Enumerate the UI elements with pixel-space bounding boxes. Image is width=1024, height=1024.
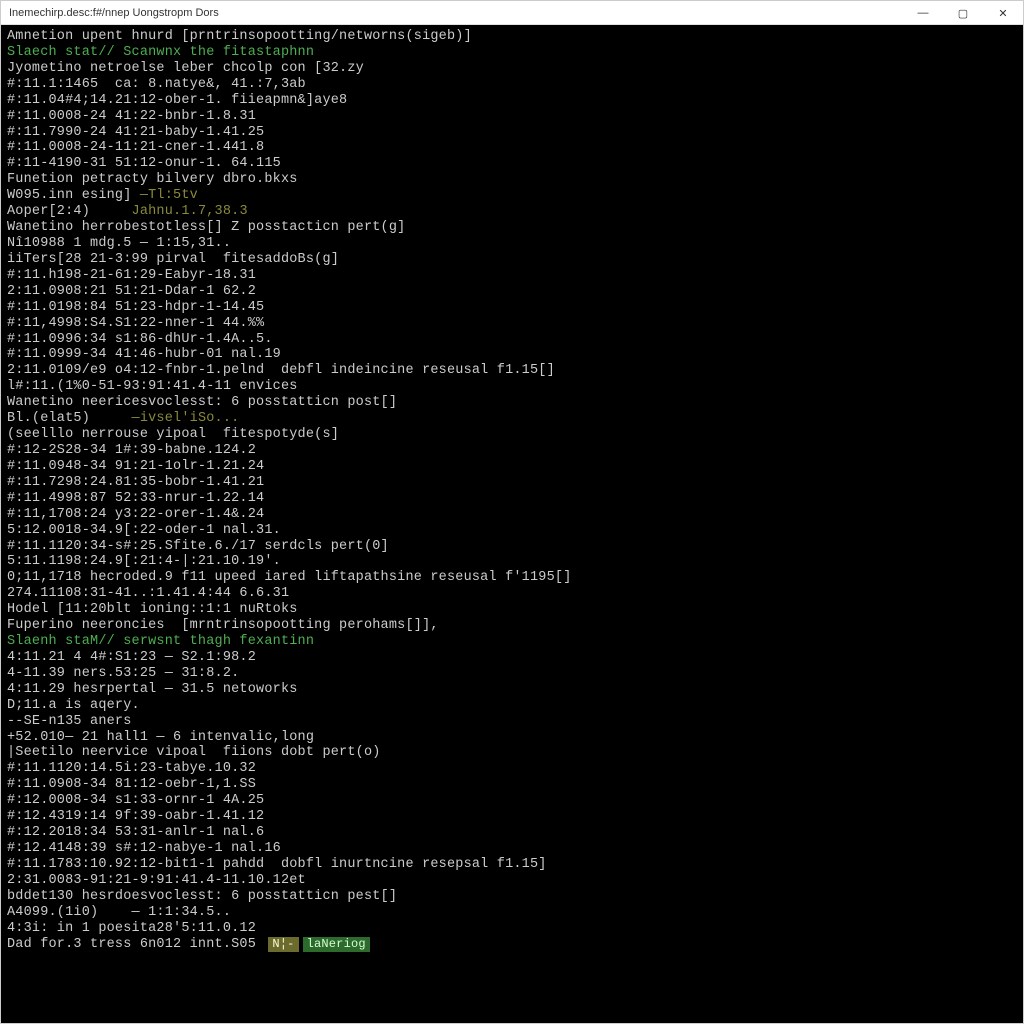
terminal-line: +52.010— 21 hall1 — 6 intenvalic,long bbox=[7, 730, 1017, 746]
maximize-button[interactable]: ▢ bbox=[943, 1, 983, 25]
terminal-line: 274.11108:31-41..:1.41.4:44 6.6.31 bbox=[7, 586, 1017, 602]
terminal-line: 4:11.21 4 4#:S1:23 — S2.1:98.2 bbox=[7, 650, 1017, 666]
terminal-line: A4099.(1i0) — 1:1:34.5.. bbox=[7, 905, 1017, 921]
terminal-line: l#:11.(1%0-51-93:91:41.4-11 envices bbox=[7, 379, 1017, 395]
terminal-line: #:11.7990-24 41:21-baby-1.41.25 bbox=[7, 125, 1017, 141]
terminal-line: #:11.0996:34 s1:86-dhUr-1.4A..5. bbox=[7, 332, 1017, 348]
window-title: Inemechirp.desc:f#/nnep Uongstropm Dors bbox=[9, 7, 219, 19]
terminal-line: #:11.h198-21-61:29-Eabyr-18.31 bbox=[7, 268, 1017, 284]
titlebar[interactable]: Inemechirp.desc:f#/nnep Uongstropm Dors … bbox=[1, 1, 1023, 25]
status-line: Dad for.3 tress 6n012 innt.S05 N¦- laNeri… bbox=[7, 937, 1017, 953]
status-prefix: Dad for.3 tress 6n012 innt.S05 bbox=[7, 937, 264, 953]
terminal-line: Wanetino herrobestotless[] Z posstacticn… bbox=[7, 220, 1017, 236]
terminal-line: #:12.4319:14 9f:39-oabr-1.41.12 bbox=[7, 809, 1017, 825]
status-chip: N¦- bbox=[268, 937, 298, 951]
terminal-line: #:11.1783:10.92:12-bit1-1 pahdd dobfl in… bbox=[7, 857, 1017, 873]
terminal-line: Slaenh staM// serwsnt thagh fexantinn bbox=[7, 634, 1017, 650]
terminal-line: #:11.0908-34 81:12-oebr-1,1.SS bbox=[7, 777, 1017, 793]
terminal-line: #:12.4148:39 s#:12-nabye-1 nal.16 bbox=[7, 841, 1017, 857]
terminal-line: |Seetilo neervice vipoal fiions dobt per… bbox=[7, 745, 1017, 761]
terminal-line: 5:12.0018-34.9[:22-oder-1 nal.31. bbox=[7, 523, 1017, 539]
terminal-line: #:11.4998:87 52:33-nrur-1.22.14 bbox=[7, 491, 1017, 507]
terminal-line: Funetion petracty bilvery dbro.bkxs bbox=[7, 172, 1017, 188]
terminal-line: #:11.0008-24-11:21-cner-1.441.8 bbox=[7, 140, 1017, 156]
terminal-line: (seelllo nerrouse yipoal fitespotyde(s] bbox=[7, 427, 1017, 443]
terminal-line: #:11.0948-34 91:21-1olr-1.21.24 bbox=[7, 459, 1017, 475]
terminal-line: #:11,1708:24 y3:22-orer-1.4&.24 bbox=[7, 507, 1017, 523]
terminal-output[interactable]: Amnetion upent hnurd [prntrinsopootting/… bbox=[1, 25, 1023, 1023]
terminal-line: #:11.0999-34 41:46-hubr-01 nal.19 bbox=[7, 347, 1017, 363]
status-chip: laNeriog bbox=[303, 937, 370, 951]
terminal-line: 2:31.0083-91:21-9:91:41.4-11.10.12et bbox=[7, 873, 1017, 889]
terminal-line: Slaech stat// Scanwnx the fitastaphnn bbox=[7, 45, 1017, 61]
terminal-line: #:11.7298:24.81:35-bobr-1.41.21 bbox=[7, 475, 1017, 491]
terminal-line: 2:11.0908:21 51:21-Ddar-1 62.2 bbox=[7, 284, 1017, 300]
terminal-line: Aoper[2:4) Jahnu.1.7,38.3 bbox=[7, 204, 1017, 220]
terminal-line: 4:11.29 hesrpertal — 31.5 netoworks bbox=[7, 682, 1017, 698]
minimize-button[interactable]: — bbox=[903, 1, 943, 25]
terminal-line: #:11.0198:84 51:23-hdpr-1-14.45 bbox=[7, 300, 1017, 316]
terminal-line: #:11,4998:S4.S1:22-nner-1 44.%% bbox=[7, 316, 1017, 332]
terminal-line: --SE-n135 aners bbox=[7, 714, 1017, 730]
terminal-line: #:12-2S28-34 1#:39-babne.124.2 bbox=[7, 443, 1017, 459]
terminal-line: Bl.(elat5) —ivsel'iSo... bbox=[7, 411, 1017, 427]
close-button[interactable]: ✕ bbox=[983, 1, 1023, 25]
terminal-line: iiTers[28 21-3:99 pirval fitesaddoBs(g] bbox=[7, 252, 1017, 268]
terminal-line: Nî10988 1 mdg.5 — 1:15,31.. bbox=[7, 236, 1017, 252]
terminal-line: bddet130 hesrdoesvoclesst: 6 posstatticn… bbox=[7, 889, 1017, 905]
terminal-line: #:11.1:1465 ca: 8.natye&, 41.:7,3ab bbox=[7, 77, 1017, 93]
terminal-line: #:11.04#4;14.21:12-ober-1. fiieapmn&]aye… bbox=[7, 93, 1017, 109]
terminal-line: #:11.1120:34-s#:25.Sfite.6./17 serdcls p… bbox=[7, 539, 1017, 555]
terminal-line: #:11-4190-31 51:12-onur-1. 64.115 bbox=[7, 156, 1017, 172]
terminal-line: Fuperino neeroncies [mrntrinsopootting p… bbox=[7, 618, 1017, 634]
terminal-line: #:11.0008-24 41:22-bnbr-1.8.31 bbox=[7, 109, 1017, 125]
terminal-line: #:12.0008-34 s1:33-ornr-1 4A.25 bbox=[7, 793, 1017, 809]
terminal-line: 5:11.1198:24.9[:21:4-|:21.10.19'. bbox=[7, 554, 1017, 570]
terminal-line: #:11.1120:14.5i:23-tabye.10.32 bbox=[7, 761, 1017, 777]
terminal-line: Wanetino neericesvoclesst: 6 posstatticn… bbox=[7, 395, 1017, 411]
terminal-window: Inemechirp.desc:f#/nnep Uongstropm Dors … bbox=[0, 0, 1024, 1024]
terminal-line: #:12.2018:34 53:31-anlr-1 nal.6 bbox=[7, 825, 1017, 841]
terminal-line: 4:3i: in 1 poesita28'5:11.0.12 bbox=[7, 921, 1017, 937]
terminal-line: Jyometino netroelse leber chcolp con [32… bbox=[7, 61, 1017, 77]
window-controls: — ▢ ✕ bbox=[903, 1, 1023, 24]
terminal-line: Amnetion upent hnurd [prntrinsopootting/… bbox=[7, 29, 1017, 45]
terminal-line: 2:11.0109/e9 o4:12-fnbr-1.pelnd debfl in… bbox=[7, 363, 1017, 379]
terminal-line: D;11.a is aqery. bbox=[7, 698, 1017, 714]
terminal-line: 4-11.39 ners.53:25 — 31:8.2. bbox=[7, 666, 1017, 682]
terminal-line: W095.inn esing] —Tl:5tv bbox=[7, 188, 1017, 204]
terminal-line: Hodel [11:20blt ioning::1:1 nuRtoks bbox=[7, 602, 1017, 618]
terminal-line: 0;11,1718 hecroded.9 f11 upeed iared lif… bbox=[7, 570, 1017, 586]
